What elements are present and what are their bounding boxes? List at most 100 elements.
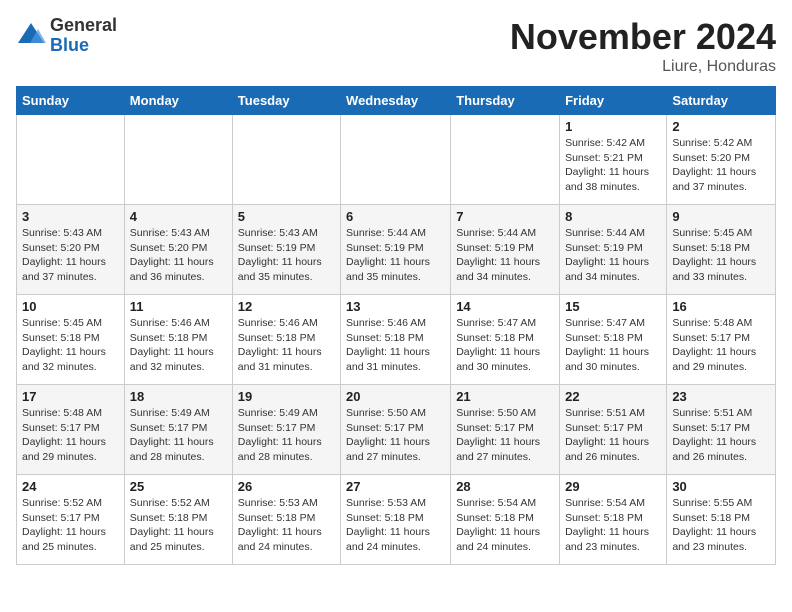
day-info: Sunrise: 5:49 AMSunset: 5:17 PMDaylight:…: [130, 406, 227, 465]
page-header: General Blue November 2024 Liure, Hondur…: [16, 16, 776, 76]
logo-icon: [16, 21, 46, 51]
day-info: Sunrise: 5:42 AMSunset: 5:20 PMDaylight:…: [672, 136, 770, 195]
day-number: 1: [565, 119, 661, 134]
day-info: Sunrise: 5:50 AMSunset: 5:17 PMDaylight:…: [456, 406, 554, 465]
day-number: 27: [346, 479, 445, 494]
day-header-monday: Monday: [124, 87, 232, 115]
day-number: 20: [346, 389, 445, 404]
day-info: Sunrise: 5:46 AMSunset: 5:18 PMDaylight:…: [238, 316, 335, 375]
calendar-week-row: 3 Sunrise: 5:43 AMSunset: 5:20 PMDaylight…: [17, 205, 776, 295]
day-info: Sunrise: 5:53 AMSunset: 5:18 PMDaylight:…: [238, 496, 335, 555]
calendar-cell: 13 Sunrise: 5:46 AMSunset: 5:18 PMDayligh…: [341, 295, 451, 385]
day-info: Sunrise: 5:51 AMSunset: 5:17 PMDaylight:…: [565, 406, 661, 465]
day-header-thursday: Thursday: [451, 87, 560, 115]
day-number: 13: [346, 299, 445, 314]
day-info: Sunrise: 5:45 AMSunset: 5:18 PMDaylight:…: [672, 226, 770, 285]
day-info: Sunrise: 5:43 AMSunset: 5:19 PMDaylight:…: [238, 226, 335, 285]
day-number: 29: [565, 479, 661, 494]
day-number: 21: [456, 389, 554, 404]
calendar-cell: 15Sunrise: 5:47 AMSunset: 5:18 PMDayligh…: [560, 295, 667, 385]
calendar-cell: 27 Sunrise: 5:53 AMSunset: 5:18 PMDayligh…: [341, 475, 451, 565]
calendar-week-row: 17 Sunrise: 5:48 AMSunset: 5:17 PMDayligh…: [17, 385, 776, 475]
day-header-saturday: Saturday: [667, 87, 776, 115]
day-header-friday: Friday: [560, 87, 667, 115]
day-info: Sunrise: 5:43 AMSunset: 5:20 PMDaylight:…: [130, 226, 227, 285]
calendar-cell: 6Sunrise: 5:44 AMSunset: 5:19 PMDaylight…: [341, 205, 451, 295]
day-info: Sunrise: 5:53 AMSunset: 5:18 PMDaylight:…: [346, 496, 445, 555]
day-number: 14: [456, 299, 554, 314]
day-number: 23: [672, 389, 770, 404]
day-number: 19: [238, 389, 335, 404]
calendar-cell: [232, 115, 340, 205]
day-info: Sunrise: 5:51 AMSunset: 5:17 PMDaylight:…: [672, 406, 770, 465]
day-number: 7: [456, 209, 554, 224]
day-number: 4: [130, 209, 227, 224]
calendar-cell: 2 Sunrise: 5:42 AMSunset: 5:20 PMDaylight…: [667, 115, 776, 205]
logo: General Blue: [16, 16, 117, 56]
day-number: 12: [238, 299, 335, 314]
calendar-cell: 30Sunrise: 5:55 AMSunset: 5:18 PMDayligh…: [667, 475, 776, 565]
calendar-cell: 5 Sunrise: 5:43 AMSunset: 5:19 PMDaylight…: [232, 205, 340, 295]
calendar-cell: 4 Sunrise: 5:43 AMSunset: 5:20 PMDaylight…: [124, 205, 232, 295]
day-info: Sunrise: 5:54 AMSunset: 5:18 PMDaylight:…: [565, 496, 661, 555]
day-info: Sunrise: 5:52 AMSunset: 5:18 PMDaylight:…: [130, 496, 227, 555]
calendar-cell: 14 Sunrise: 5:47 AMSunset: 5:18 PMDayligh…: [451, 295, 560, 385]
day-number: 17: [22, 389, 119, 404]
month-title: November 2024: [510, 16, 776, 58]
day-number: 3: [22, 209, 119, 224]
calendar-week-row: 10 Sunrise: 5:45 AMSunset: 5:18 PMDayligh…: [17, 295, 776, 385]
calendar-cell: 12 Sunrise: 5:46 AMSunset: 5:18 PMDayligh…: [232, 295, 340, 385]
day-number: 9: [672, 209, 770, 224]
calendar-cell: [341, 115, 451, 205]
day-info: Sunrise: 5:50 AMSunset: 5:17 PMDaylight:…: [346, 406, 445, 465]
calendar-cell: 20 Sunrise: 5:50 AMSunset: 5:17 PMDayligh…: [341, 385, 451, 475]
day-number: 2: [672, 119, 770, 134]
day-header-wednesday: Wednesday: [341, 87, 451, 115]
calendar-cell: 22Sunrise: 5:51 AMSunset: 5:17 PMDayligh…: [560, 385, 667, 475]
calendar-header-row: SundayMondayTuesdayWednesdayThursdayFrid…: [17, 87, 776, 115]
day-number: 16: [672, 299, 770, 314]
calendar-week-row: 1 Sunrise: 5:42 AMSunset: 5:21 PMDaylight…: [17, 115, 776, 205]
calendar-cell: 9 Sunrise: 5:45 AMSunset: 5:18 PMDaylight…: [667, 205, 776, 295]
day-number: 10: [22, 299, 119, 314]
day-info: Sunrise: 5:48 AMSunset: 5:17 PMDaylight:…: [22, 406, 119, 465]
day-info: Sunrise: 5:48 AMSunset: 5:17 PMDaylight:…: [672, 316, 770, 375]
day-number: 28: [456, 479, 554, 494]
calendar-cell: [17, 115, 125, 205]
logo-blue-text: Blue: [50, 36, 117, 56]
day-number: 24: [22, 479, 119, 494]
day-info: Sunrise: 5:44 AMSunset: 5:19 PMDaylight:…: [565, 226, 661, 285]
day-info: Sunrise: 5:44 AMSunset: 5:19 PMDaylight:…: [456, 226, 554, 285]
day-info: Sunrise: 5:49 AMSunset: 5:17 PMDaylight:…: [238, 406, 335, 465]
day-info: Sunrise: 5:46 AMSunset: 5:18 PMDaylight:…: [346, 316, 445, 375]
location-subtitle: Liure, Honduras: [510, 58, 776, 76]
day-number: 25: [130, 479, 227, 494]
day-info: Sunrise: 5:52 AMSunset: 5:17 PMDaylight:…: [22, 496, 119, 555]
calendar-week-row: 24 Sunrise: 5:52 AMSunset: 5:17 PMDayligh…: [17, 475, 776, 565]
calendar-cell: 16 Sunrise: 5:48 AMSunset: 5:17 PMDayligh…: [667, 295, 776, 385]
calendar-cell: 8Sunrise: 5:44 AMSunset: 5:19 PMDaylight…: [560, 205, 667, 295]
day-number: 18: [130, 389, 227, 404]
calendar-cell: 23 Sunrise: 5:51 AMSunset: 5:17 PMDayligh…: [667, 385, 776, 475]
calendar-cell: 18 Sunrise: 5:49 AMSunset: 5:17 PMDayligh…: [124, 385, 232, 475]
day-number: 26: [238, 479, 335, 494]
day-info: Sunrise: 5:43 AMSunset: 5:20 PMDaylight:…: [22, 226, 119, 285]
calendar-table: SundayMondayTuesdayWednesdayThursdayFrid…: [16, 86, 776, 565]
calendar-cell: 17 Sunrise: 5:48 AMSunset: 5:17 PMDayligh…: [17, 385, 125, 475]
calendar-cell: 21 Sunrise: 5:50 AMSunset: 5:17 PMDayligh…: [451, 385, 560, 475]
day-header-tuesday: Tuesday: [232, 87, 340, 115]
day-info: Sunrise: 5:42 AMSunset: 5:21 PMDaylight:…: [565, 136, 661, 195]
day-info: Sunrise: 5:47 AMSunset: 5:18 PMDaylight:…: [565, 316, 661, 375]
calendar-cell: 10 Sunrise: 5:45 AMSunset: 5:18 PMDayligh…: [17, 295, 125, 385]
day-info: Sunrise: 5:47 AMSunset: 5:18 PMDaylight:…: [456, 316, 554, 375]
calendar-cell: 29 Sunrise: 5:54 AMSunset: 5:18 PMDayligh…: [560, 475, 667, 565]
day-number: 11: [130, 299, 227, 314]
logo-general-text: General: [50, 16, 117, 36]
day-info: Sunrise: 5:45 AMSunset: 5:18 PMDaylight:…: [22, 316, 119, 375]
calendar-cell: 28Sunrise: 5:54 AMSunset: 5:18 PMDayligh…: [451, 475, 560, 565]
day-number: 30: [672, 479, 770, 494]
day-header-sunday: Sunday: [17, 87, 125, 115]
day-info: Sunrise: 5:44 AMSunset: 5:19 PMDaylight:…: [346, 226, 445, 285]
day-number: 5: [238, 209, 335, 224]
day-info: Sunrise: 5:46 AMSunset: 5:18 PMDaylight:…: [130, 316, 227, 375]
